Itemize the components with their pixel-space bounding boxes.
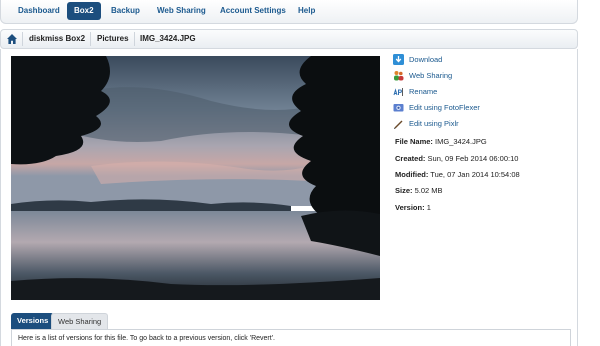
nav-box2[interactable]: Box2 [67, 2, 101, 20]
nav-account-settings[interactable]: Account Settings [213, 2, 293, 20]
download-action[interactable]: Download [393, 54, 573, 66]
modified-label: Modified: [395, 170, 429, 179]
size-value: 5.02 MB [414, 186, 443, 195]
versions-tab-panel: Here is a list of versions for this file… [11, 329, 571, 346]
created-label: Created: [395, 154, 426, 163]
size-row: Size: 5.02 MB [395, 186, 443, 196]
edit-fotoflexer-label: Edit using FotoFlexer [409, 103, 480, 112]
created-value: Sun, 09 Feb 2014 06:00:10 [427, 154, 519, 163]
pencil-icon [394, 120, 403, 129]
breadcrumb-pictures[interactable]: Pictures [97, 30, 129, 48]
download-icon [393, 54, 404, 65]
size-label: Size: [395, 186, 413, 195]
top-nav: Dashboard Box2 Backup Web Sharing Accoun… [0, 0, 578, 24]
version-row: Version: 1 [395, 203, 431, 213]
nav-help[interactable]: Help [291, 2, 322, 20]
version-value: 1 [426, 203, 431, 212]
lake-photo-image [11, 56, 380, 300]
edit-fotoflexer-action[interactable]: Edit using FotoFlexer [393, 102, 573, 114]
file-name-label: File Name: [395, 137, 433, 146]
tab-web-sharing[interactable]: Web Sharing [51, 313, 109, 329]
versions-help-text: Here is a list of versions for this file… [18, 335, 275, 342]
created-row: Created: Sun, 09 Feb 2014 06:00:10 [395, 154, 518, 164]
home-icon[interactable] [6, 33, 18, 45]
fotoflexer-icon [393, 104, 404, 112]
web-sharing-label: Web Sharing [409, 71, 453, 80]
nav-web-sharing[interactable]: Web Sharing [150, 2, 213, 20]
photo-preview[interactable] [11, 56, 380, 300]
file-name-row: File Name: IMG_3424.JPG [395, 137, 487, 147]
rename-action[interactable]: Rename [393, 86, 573, 98]
nav-backup[interactable]: Backup [104, 2, 147, 20]
edit-pixlr-label: Edit using Pixlr [409, 119, 459, 128]
version-label: Version: [395, 203, 425, 212]
file-name-value: IMG_3424.JPG [435, 137, 487, 146]
breadcrumb: diskmiss Box2 Pictures IMG_3424.JPG [0, 29, 578, 49]
users-icon [394, 71, 404, 81]
edit-pixlr-action[interactable]: Edit using Pixlr [393, 118, 573, 130]
breadcrumb-separator [90, 32, 91, 46]
modified-row: Modified: Tue, 07 Jan 2014 10:54:08 [395, 170, 520, 180]
modified-value: Tue, 07 Jan 2014 10:54:08 [430, 170, 520, 179]
breadcrumb-separator [22, 32, 23, 46]
breadcrumb-current-file: IMG_3424.JPG [140, 34, 196, 43]
rename-icon [393, 88, 403, 96]
nav-dashboard[interactable]: Dashboard [11, 2, 67, 20]
breadcrumb-diskmiss-box2[interactable]: diskmiss Box2 [29, 30, 85, 48]
file-tabs: Versions Web Sharing [11, 313, 571, 329]
breadcrumb-separator [134, 32, 135, 46]
web-sharing-action[interactable]: Web Sharing [393, 70, 573, 82]
download-label: Download [409, 55, 443, 64]
rename-label: Rename [409, 87, 438, 96]
tab-versions[interactable]: Versions [11, 313, 55, 329]
